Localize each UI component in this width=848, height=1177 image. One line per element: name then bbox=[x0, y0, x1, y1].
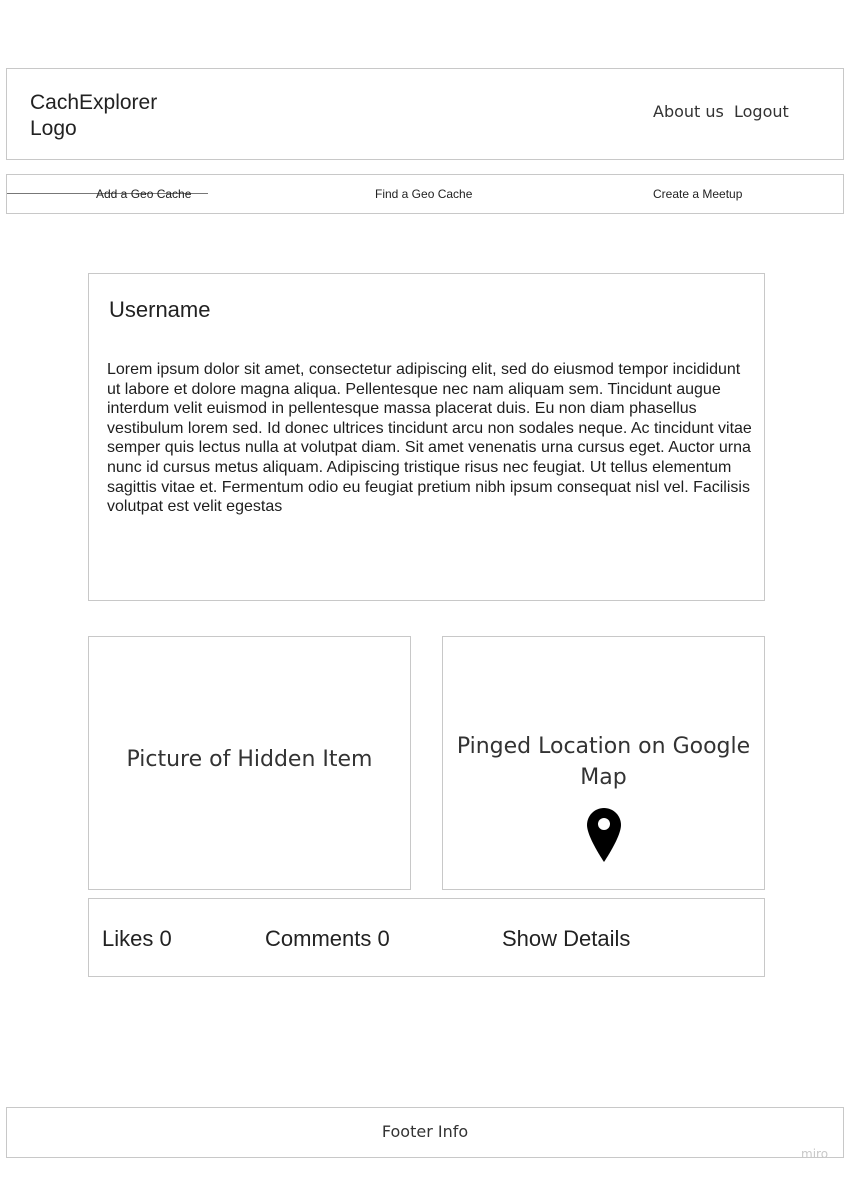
nav-bar: Add a Geo Cache Find a Geo Cache Create … bbox=[6, 174, 844, 214]
picture-label: Picture of Hidden Item bbox=[126, 747, 373, 772]
footer: Footer Info bbox=[6, 1107, 844, 1158]
map-pin-icon bbox=[587, 808, 621, 862]
likes-count[interactable]: Likes 0 bbox=[102, 926, 172, 952]
picture-placeholder: Picture of Hidden Item bbox=[88, 636, 411, 890]
logout-link[interactable]: Logout bbox=[734, 102, 789, 121]
profile-card: Username Lorem ipsum dolor sit amet, con… bbox=[88, 273, 765, 601]
username: Username bbox=[109, 297, 211, 322]
nav-item-create-meetup[interactable]: Create a Meetup bbox=[653, 187, 742, 201]
about-us-link[interactable]: About us bbox=[653, 102, 724, 121]
logo: CachExplorer Logo bbox=[30, 91, 158, 140]
map-placeholder[interactable]: Pinged Location on Google Map bbox=[442, 636, 765, 890]
stats-bar: Likes 0 Comments 0 Show Details bbox=[88, 898, 765, 977]
map-label: Pinged Location on Google Map bbox=[456, 734, 751, 790]
nav-item-add-geo-cache[interactable]: Add a Geo Cache bbox=[96, 187, 191, 201]
footer-text: Footer Info bbox=[381, 1122, 469, 1141]
show-details-button[interactable]: Show Details bbox=[502, 926, 630, 952]
comments-count[interactable]: Comments 0 bbox=[265, 926, 390, 952]
nav-item-find-geo-cache[interactable]: Find a Geo Cache bbox=[375, 187, 472, 201]
header: CachExplorer Logo About us Logout bbox=[6, 68, 844, 160]
profile-bio: Lorem ipsum dolor sit amet, consectetur … bbox=[107, 361, 752, 516]
watermark: miro bbox=[801, 1147, 829, 1161]
